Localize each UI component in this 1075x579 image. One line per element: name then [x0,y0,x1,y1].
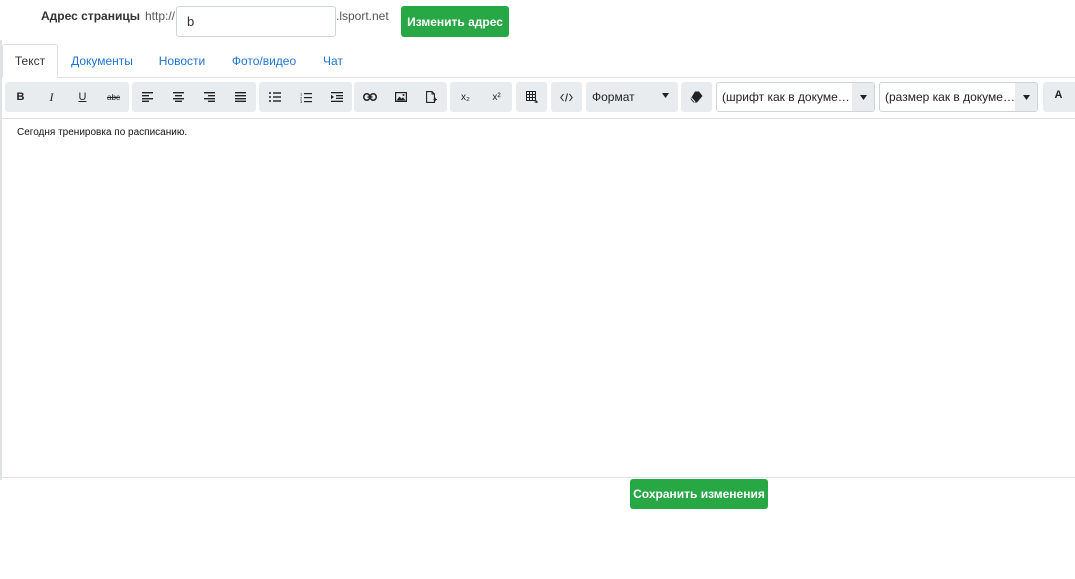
insert-group [354,82,447,112]
bullet-list-button[interactable] [259,82,290,112]
font-family-dropdown[interactable] [852,83,874,111]
script-group: x₂ x² [450,82,512,112]
subscript-button[interactable]: x₂ [450,82,481,112]
align-justify-button[interactable] [225,82,256,112]
align-left-icon [142,92,153,102]
file-button[interactable] [416,82,447,112]
address-prefix: http:// [145,9,176,23]
indent-icon [330,92,343,102]
bullet-list-icon [268,92,281,102]
editor-content-area[interactable]: Сегодня тренировка по расписанию. [2,119,1075,478]
chevron-down-icon [1022,94,1030,100]
underline-button[interactable]: U [67,82,98,112]
font-size-select[interactable]: (размер как в документе) [879,82,1038,112]
align-justify-icon [235,92,246,102]
numbered-list-button[interactable]: 123 [290,82,321,112]
tab-news[interactable]: Новости [150,44,214,78]
align-group [132,82,256,112]
font-color-group: A [1043,82,1075,112]
format-select-label: Формат [592,90,635,104]
chevron-down-icon [859,94,867,100]
list-group: 123 [259,82,352,112]
save-changes-button[interactable]: Сохранить изменения [630,479,768,509]
address-suffix: .lsport.net [336,9,389,23]
clear-format-group [681,82,712,112]
align-right-button[interactable] [194,82,225,112]
align-center-icon [173,92,184,102]
bold-button[interactable]: B [5,82,36,112]
table-button[interactable] [516,82,547,112]
table-group [516,82,547,112]
tab-text[interactable]: Текст [2,44,58,78]
font-size-dropdown[interactable] [1015,83,1037,111]
font-family-select[interactable]: (шрифт как в документе) [716,82,875,112]
align-left-button[interactable] [132,82,163,112]
image-button[interactable] [385,82,416,112]
italic-button[interactable]: I [36,82,67,112]
editor-toolbar: B I U abc 123 x₂ x² Формат (шрифт как в … [0,78,1075,119]
superscript-button[interactable]: x² [481,82,512,112]
eraser-icon [690,91,703,103]
code-button[interactable] [551,82,582,112]
numbered-list-icon: 123 [300,92,312,103]
align-right-icon [204,92,215,102]
link-button[interactable] [354,82,385,112]
change-address-button[interactable]: Изменить адрес [401,6,509,37]
align-center-button[interactable] [163,82,194,112]
tab-photo-video[interactable]: Фото/видео [222,44,306,78]
text-style-group: B I U abc [5,82,129,112]
file-icon [426,91,437,103]
address-input[interactable] [176,6,336,37]
table-icon [525,91,538,103]
svg-text:3: 3 [300,99,303,103]
format-select[interactable]: Формат [586,82,678,112]
font-size-select-label: (размер как в документе) [885,90,1015,104]
font-family-select-label: (шрифт как в документе) [722,90,852,104]
address-label: Адрес страницы [41,9,140,23]
clear-format-button[interactable] [681,82,712,112]
tab-documents[interactable]: Документы [62,44,142,78]
tab-bar: Текст Документы Новости Фото/видео Чат [0,44,1075,78]
tab-chat[interactable]: Чат [314,44,352,78]
chevron-down-icon [662,93,669,98]
image-icon [394,92,407,102]
link-icon [362,93,377,101]
indent-button[interactable] [321,82,352,112]
code-icon [560,92,573,102]
code-group [551,82,582,112]
font-color-button[interactable]: A [1043,82,1074,112]
editor-text[interactable]: Сегодня тренировка по расписанию. [17,127,187,138]
strikethrough-button[interactable]: abc [98,82,129,112]
